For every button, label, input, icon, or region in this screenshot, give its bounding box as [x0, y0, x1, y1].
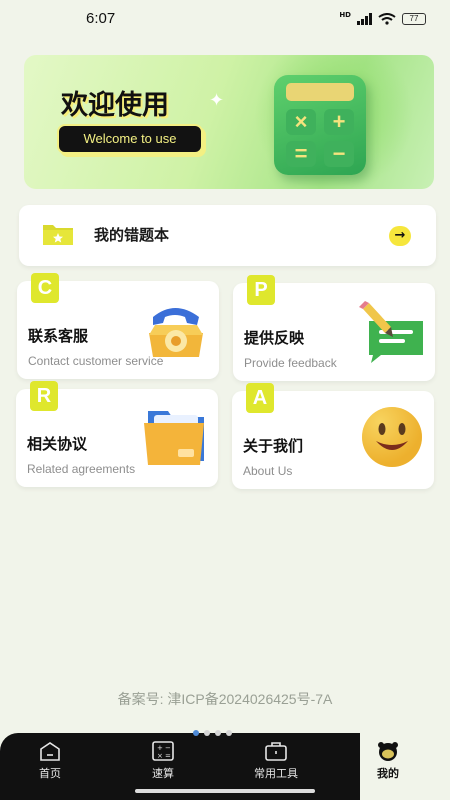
calculator-icon: + − × =: [152, 741, 174, 761]
folder-icon: [144, 411, 204, 465]
status-icons: HD 77: [339, 11, 426, 25]
svg-text:=: =: [165, 752, 171, 760]
status-bar: 6:07 HD 77: [0, 0, 450, 36]
contact-service-card[interactable]: C 联系客服 Contact customer service: [17, 273, 219, 379]
home-icon: [40, 742, 60, 761]
star-folder-icon: [43, 225, 73, 245]
svg-text:+: +: [157, 744, 163, 752]
tile-badge: R: [30, 381, 58, 411]
signal-icon: [357, 13, 372, 25]
tab-label: 常用工具: [254, 767, 298, 780]
profile-icon: [378, 742, 398, 761]
tile-subtitle: Related agreements: [27, 462, 136, 476]
chat-icon: [359, 301, 423, 363]
tile-badge: P: [247, 275, 275, 305]
tile-title: 联系客服: [28, 327, 89, 345]
calculator-illustration: × + = −: [274, 75, 366, 175]
tile-subtitle: Provide feedback: [244, 356, 337, 370]
tab-mine[interactable]: 我的: [358, 735, 418, 795]
page-dot: [204, 730, 210, 736]
calc-key-plus: +: [324, 109, 354, 135]
about-us-card[interactable]: A 关于我们 About Us: [232, 383, 434, 489]
banner-title: 欢迎使用: [61, 90, 169, 121]
tab-label: 我的: [377, 767, 399, 780]
phone-icon: [149, 308, 203, 357]
calc-key-equals: =: [286, 141, 316, 167]
tile-subtitle: About Us: [243, 464, 293, 478]
agreements-card[interactable]: R 相关协议 Related agreements: [16, 381, 218, 487]
banner-subtitle: Welcome to use: [57, 124, 203, 154]
tile-title: 关于我们: [243, 437, 304, 455]
smiley-icon: [362, 407, 422, 467]
status-time: 6:07: [86, 10, 116, 27]
tile-title: 提供反映: [244, 329, 305, 347]
page-dot-active: [193, 730, 199, 736]
sparkle-icon: ✦: [209, 90, 225, 111]
filing-number: 备案号: 津ICP备2024026425号-7A: [117, 691, 333, 707]
calculator-screen: [286, 83, 354, 101]
svg-text:×: ×: [157, 752, 163, 760]
tile-title: 相关协议: [27, 435, 88, 453]
toolbox-icon: [265, 742, 287, 761]
tab-home[interactable]: 首页: [20, 735, 80, 795]
mistakes-book-card[interactable]: 我的错题本 →: [19, 205, 436, 266]
home-indicator: [135, 789, 315, 793]
svg-text:−: −: [165, 744, 171, 752]
feedback-card[interactable]: P 提供反映 Provide feedback: [233, 275, 435, 381]
tab-label: 首页: [39, 767, 61, 780]
page-dot: [215, 730, 221, 736]
page-indicator: [193, 730, 232, 736]
page-dot: [226, 730, 232, 736]
welcome-banner: 欢迎使用 ✦ Welcome to use × + = −: [24, 55, 434, 189]
tab-tools[interactable]: 常用工具: [246, 735, 306, 795]
battery-icon: 77: [402, 13, 426, 25]
tile-badge: C: [31, 273, 59, 303]
calc-key-multiply: ×: [286, 109, 316, 135]
tile-badge: A: [246, 383, 274, 413]
arrow-right-icon[interactable]: →: [389, 226, 411, 246]
tab-speed-calc[interactable]: + − × = 速算: [133, 735, 193, 795]
wifi-icon: [378, 13, 396, 25]
mistakes-book-label: 我的错题本: [94, 226, 170, 244]
calc-key-minus: −: [324, 141, 354, 167]
tab-label: 速算: [152, 767, 174, 780]
network-type: HD: [339, 11, 351, 19]
